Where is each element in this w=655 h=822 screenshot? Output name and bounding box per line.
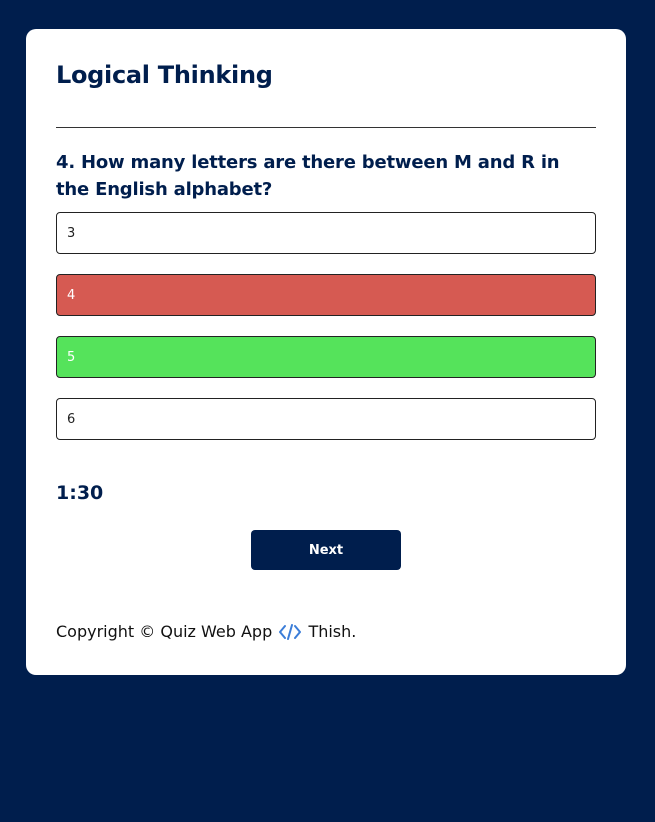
answer-option-4[interactable]: 6 bbox=[56, 398, 596, 440]
answer-list: 3 4 5 6 bbox=[56, 212, 596, 460]
footer: Copyright © Quiz Web App Thish. bbox=[56, 622, 356, 644]
author-name: Thish. bbox=[308, 622, 357, 641]
answer-option-1[interactable]: 3 bbox=[56, 212, 596, 254]
code-icon bbox=[279, 624, 302, 644]
quiz-title: Logical Thinking bbox=[56, 61, 273, 89]
answer-option-2-incorrect[interactable]: 4 bbox=[56, 274, 596, 316]
answer-option-3-correct[interactable]: 5 bbox=[56, 336, 596, 378]
next-button[interactable]: Next bbox=[251, 530, 401, 570]
countdown-timer: 1:30 bbox=[56, 482, 104, 504]
copyright-text: Copyright © Quiz Web App bbox=[56, 622, 273, 641]
title-divider bbox=[56, 127, 596, 128]
question-text: 4. How many letters are there between M … bbox=[56, 152, 560, 200]
quiz-card: Logical Thinking 4. How many letters are… bbox=[26, 29, 626, 675]
